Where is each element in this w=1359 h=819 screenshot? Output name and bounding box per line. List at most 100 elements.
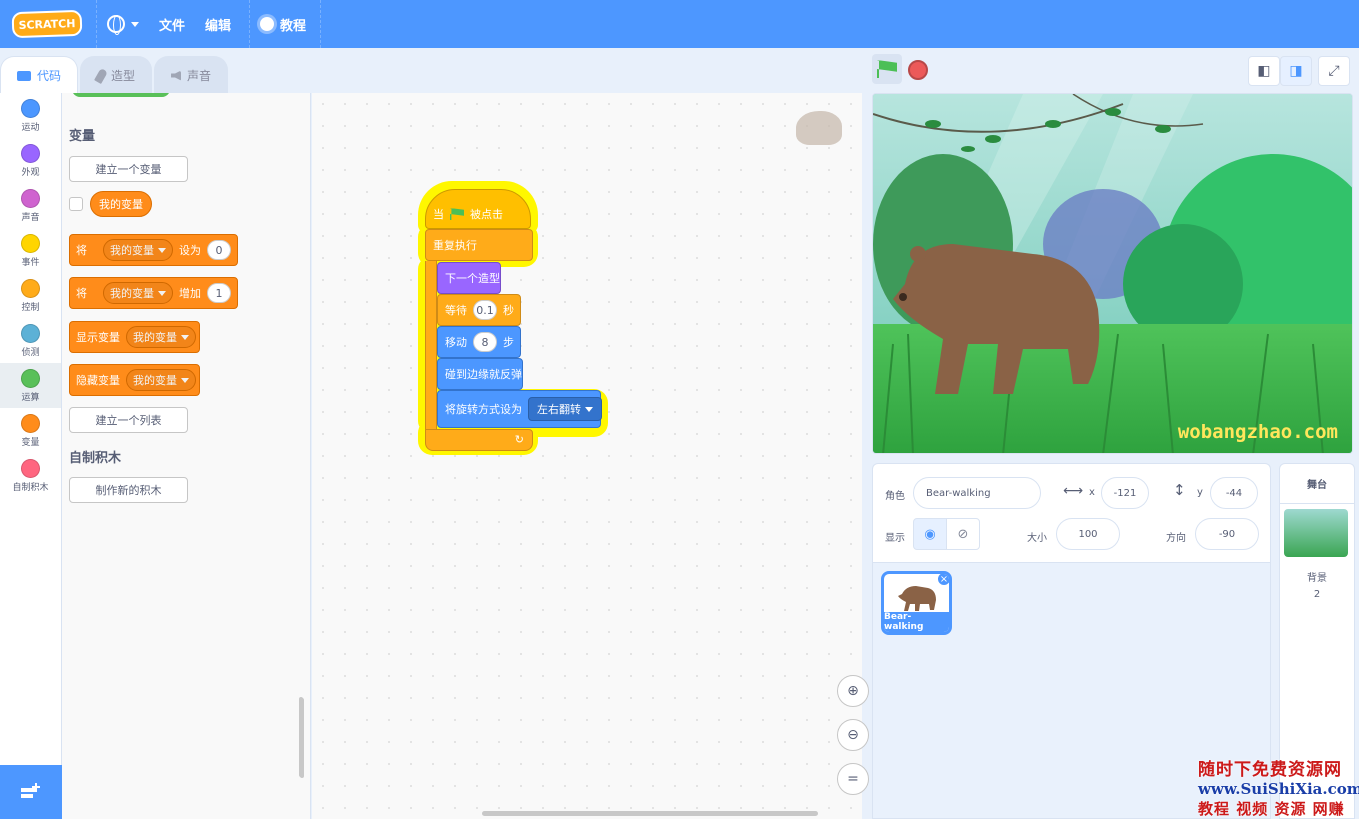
editor-tabs: 代码 造型 声音 <box>0 56 230 94</box>
when-flag-clicked-block[interactable]: 当 被点击 <box>425 189 531 229</box>
rotation-style-dropdown[interactable]: 左右翻转 <box>528 397 602 421</box>
stage-canvas[interactable]: wobangzhao.com <box>872 93 1353 454</box>
my-variable-checkbox[interactable] <box>69 197 83 211</box>
forever-arm[interactable] <box>425 261 437 429</box>
promo-line-3: 教程 视频 资源 网赚 <box>1198 800 1345 818</box>
zoom-reset-button[interactable]: = <box>837 763 869 795</box>
green-flag-icon <box>450 208 464 220</box>
move-steps-input[interactable]: 8 <box>473 332 497 352</box>
loop-arrow-icon: ↻ <box>514 433 524 446</box>
category-menu: 运动 外观 声音 事件 控制 侦测 运算 变量 自制积木 <box>0 93 62 765</box>
code-blocks-icon <box>17 70 31 81</box>
set-rotation-style-block[interactable]: 将旋转方式设为 左右翻转 <box>437 390 602 428</box>
vertical-arrows-icon: ↕ <box>1173 481 1186 499</box>
x-position-input[interactable]: -121 <box>1101 477 1149 509</box>
language-menu[interactable] <box>97 0 149 48</box>
small-stage-button[interactable]: ◧ <box>1248 56 1280 86</box>
change-value-input[interactable]: 1 <box>207 283 231 303</box>
operator-block-partial[interactable] <box>72 93 170 97</box>
globe-icon <box>107 15 125 35</box>
tutorials-label: 教程 <box>280 18 307 34</box>
wait-block[interactable]: 等待 0.1 秒 <box>437 294 521 326</box>
category-operators[interactable]: 运算 <box>0 363 61 408</box>
large-stage-button[interactable]: ◨ <box>1280 56 1312 86</box>
variable-dropdown[interactable]: 我的变量 <box>103 282 173 304</box>
rotation-label: 将旋转方式设为 <box>445 403 522 416</box>
category-control[interactable]: 控制 <box>0 273 61 318</box>
sprite-indicator-bear <box>796 111 842 145</box>
category-my-blocks[interactable]: 自制积木 <box>0 453 61 498</box>
category-label: 控制 <box>21 302 40 313</box>
variable-dropdown[interactable]: 我的变量 <box>103 239 173 261</box>
make-variable-button[interactable]: 建立一个变量 <box>69 156 188 182</box>
dropdown-value: 我的变量 <box>110 287 154 300</box>
size-input[interactable]: 100 <box>1056 518 1120 550</box>
sprite-tile-name: Bear-walking <box>884 612 949 632</box>
direction-input[interactable]: -90 <box>1195 518 1259 550</box>
add-extension-button[interactable] <box>0 765 62 819</box>
fullscreen-button[interactable]: ⤢ <box>1318 56 1350 86</box>
category-sensing[interactable]: 侦测 <box>0 318 61 363</box>
menu-separator <box>320 0 322 48</box>
category-label: 运算 <box>21 392 40 403</box>
workspace-horizontal-scrollbar[interactable] <box>482 811 818 816</box>
move-steps-block[interactable]: 移动 8 步 <box>437 326 521 358</box>
stage-title: 舞台 <box>1280 464 1354 504</box>
file-menu[interactable]: 文件 <box>149 0 195 48</box>
scratch-logo[interactable]: SCRATCH <box>11 9 83 39</box>
wait-seconds-input[interactable]: 0.1 <box>473 300 497 320</box>
show-variable-block[interactable]: 显示变量 我的变量 <box>69 321 200 353</box>
hide-variable-label: 隐藏变量 <box>76 374 120 387</box>
show-sprite-button[interactable]: ◉ <box>913 518 947 550</box>
operators-color-dot <box>21 368 40 388</box>
next-costume-block[interactable]: 下一个造型 <box>437 262 501 294</box>
sprite-name-input[interactable]: Bear-walking <box>913 477 1041 509</box>
category-label: 声音 <box>21 212 40 223</box>
set-variable-block[interactable]: 将 我的变量 设为 0 <box>69 234 238 266</box>
category-motion[interactable]: 运动 <box>0 93 61 138</box>
category-label: 运动 <box>21 122 40 133</box>
large-stage-icon: ◨ <box>1289 63 1303 79</box>
set-prefix: 将 <box>76 244 87 257</box>
variable-dropdown[interactable]: 我的变量 <box>126 369 196 391</box>
forever-end[interactable]: ↻ <box>425 429 533 451</box>
sprite-tile[interactable]: × Bear-walking <box>881 571 952 635</box>
green-flag-icon <box>877 60 897 78</box>
category-looks[interactable]: 外观 <box>0 138 61 183</box>
category-sound[interactable]: 声音 <box>0 183 61 228</box>
variables-heading: 变量 <box>69 129 96 144</box>
zoom-in-button[interactable]: ⊕ <box>837 675 869 707</box>
change-variable-block[interactable]: 将 我的变量 增加 1 <box>69 277 238 309</box>
bounce-on-edge-block[interactable]: 碰到边缘就反弹 <box>437 358 523 390</box>
dropdown-value: 我的变量 <box>133 331 177 344</box>
looks-color-dot <box>21 143 40 163</box>
stage-header: ◧ ◨ ⤢ <box>870 52 1355 88</box>
script-workspace[interactable]: 当 被点击 重复执行 ↻ 下一个造型 等待 0.1 秒 移动 8 步 碰到边缘就… <box>312 93 869 819</box>
variable-dropdown[interactable]: 我的变量 <box>126 326 196 348</box>
tab-sounds[interactable]: 声音 <box>154 56 229 94</box>
tab-code-label: 代码 <box>37 69 62 83</box>
tab-costumes[interactable]: 造型 <box>80 56 153 94</box>
make-block-button[interactable]: 制作新的积木 <box>69 477 188 503</box>
y-position-input[interactable]: -44 <box>1210 477 1258 509</box>
forever-block[interactable]: 重复执行 <box>425 229 533 261</box>
category-events[interactable]: 事件 <box>0 228 61 273</box>
workspace-vertical-scrollbar[interactable] <box>299 697 303 777</box>
hide-variable-block[interactable]: 隐藏变量 我的变量 <box>69 364 200 396</box>
tutorials-menu[interactable]: 教程 <box>250 0 316 48</box>
edit-menu[interactable]: 编辑 <box>195 0 241 48</box>
tab-code[interactable]: 代码 <box>0 56 79 94</box>
hide-sprite-button[interactable]: ⊘ <box>946 518 980 550</box>
move-label: 移动 <box>445 336 467 349</box>
close-icon: × <box>939 573 949 585</box>
green-flag-button[interactable] <box>872 54 902 84</box>
change-op: 增加 <box>179 287 201 300</box>
set-value-input[interactable]: 0 <box>207 240 231 260</box>
zoom-out-button[interactable]: ⊖ <box>837 719 869 751</box>
category-variables[interactable]: 变量 <box>0 408 61 453</box>
delete-sprite-button[interactable]: × <box>937 573 949 586</box>
category-label: 事件 <box>21 257 40 268</box>
make-list-button[interactable]: 建立一个列表 <box>69 407 188 433</box>
stop-button[interactable] <box>908 60 928 80</box>
my-variable-reporter[interactable]: 我的变量 <box>90 191 152 217</box>
